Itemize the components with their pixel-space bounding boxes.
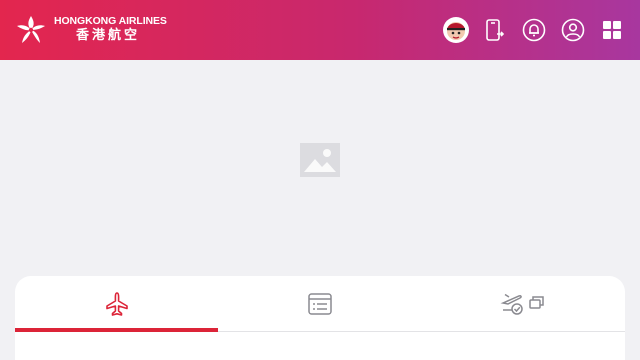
tab-book-flight[interactable] — [15, 276, 219, 332]
checkin-icon — [500, 293, 545, 315]
plane-icon — [105, 291, 128, 316]
booking-panel — [15, 276, 625, 360]
bauhinia-logo-icon — [17, 16, 45, 43]
device-transfer-icon[interactable] — [481, 16, 509, 44]
user-icon[interactable] — [559, 16, 587, 44]
bell-icon[interactable] — [520, 16, 548, 44]
tab-manage-booking[interactable] — [218, 276, 421, 331]
brand-name-en: HONGKONG AIRLINES — [54, 15, 167, 27]
brand-name-zh: 香港航空 — [76, 28, 141, 43]
grid-menu-icon[interactable] — [598, 16, 626, 44]
brand-logo[interactable]: HONGKONG AIRLINES 香港航空 — [14, 13, 167, 47]
image-icon — [300, 143, 340, 177]
booking-list-icon — [308, 292, 332, 315]
app-header: HONGKONG AIRLINES 香港航空 — [0, 0, 640, 60]
mascot-avatar[interactable] — [442, 16, 470, 44]
mascot-icon — [447, 22, 465, 40]
tab-check-in[interactable] — [422, 276, 625, 331]
booking-tabs — [15, 276, 625, 332]
